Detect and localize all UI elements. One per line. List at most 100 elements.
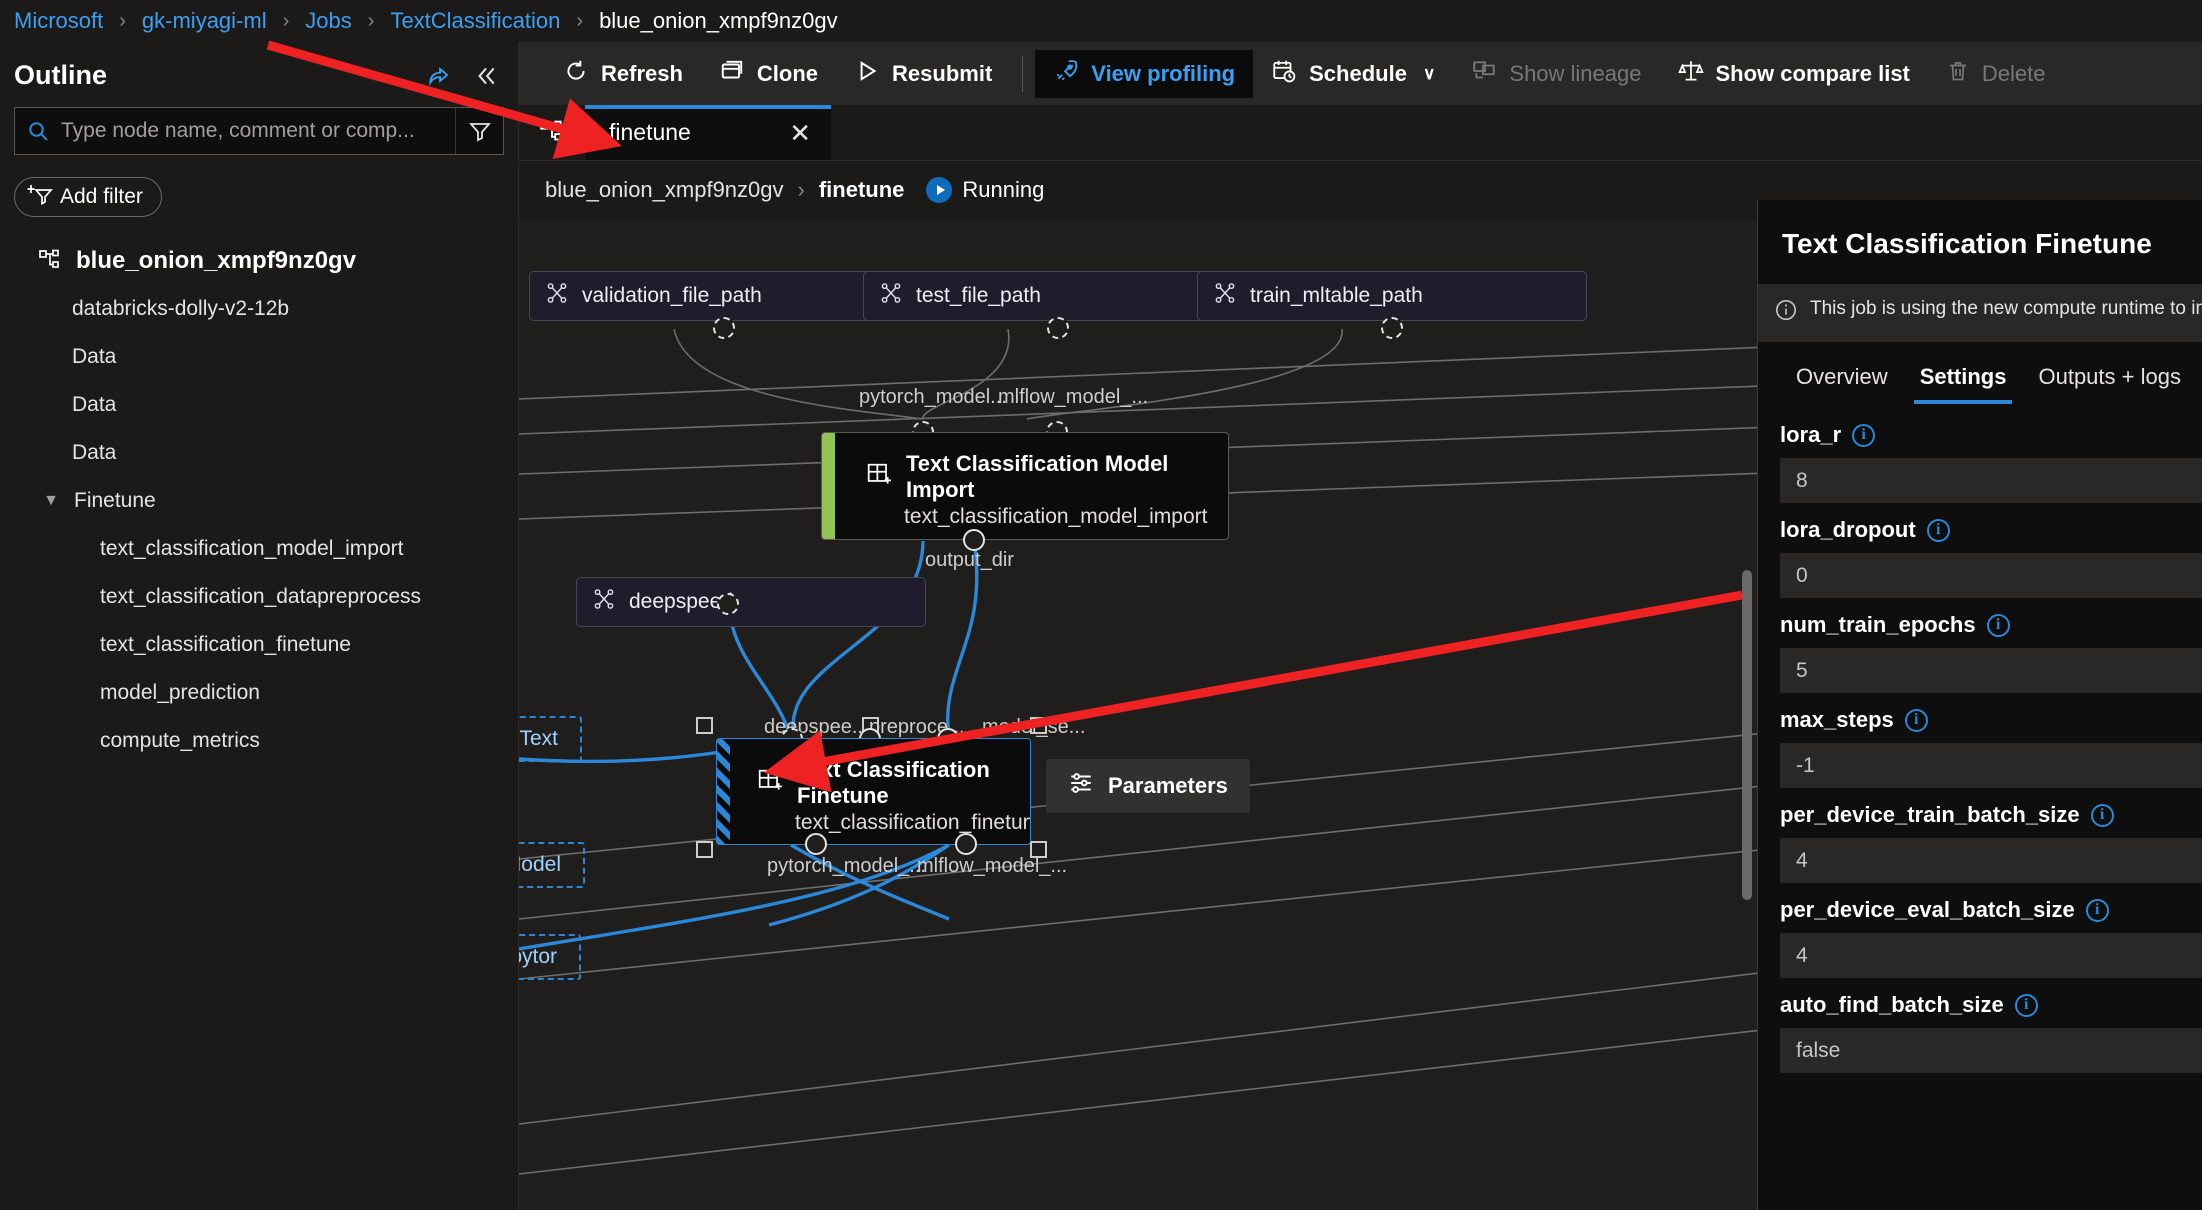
play-outline-icon — [854, 58, 880, 90]
breadcrumb-item-microsoft[interactable]: Microsoft — [14, 8, 103, 34]
field-label-text: per_device_eval_batch_size — [1780, 897, 2075, 923]
delete-label: Delete — [1982, 61, 2046, 87]
view-profiling-label: View profiling — [1091, 61, 1235, 87]
info-circle-icon[interactable]: i — [2091, 804, 2114, 827]
breadcrumb-item-jobs[interactable]: Jobs — [305, 8, 351, 34]
port-handle[interactable] — [717, 593, 739, 615]
field-input-max-steps[interactable] — [1780, 743, 2202, 788]
field-input-per-device-eval-batch-size[interactable] — [1780, 933, 2202, 978]
parameters-button[interactable]: Parameters — [1046, 759, 1250, 813]
pipeline-icon — [38, 249, 62, 273]
tree-item-text-classification-finetune[interactable]: text_classification_finetune — [0, 621, 518, 669]
info-circle-icon[interactable]: i — [2086, 899, 2109, 922]
graph-breadcrumb-parent[interactable]: blue_onion_xmpf9nz0gv — [545, 177, 784, 203]
dashed-node-model[interactable]: Model — [519, 842, 585, 888]
port-icon — [546, 282, 568, 310]
close-icon[interactable]: ✕ — [789, 120, 811, 146]
output-handle[interactable] — [805, 833, 827, 855]
info-circle-icon[interactable]: i — [1987, 614, 2010, 637]
breadcrumb-separator: › — [283, 10, 290, 33]
status-badge: Running — [926, 177, 1044, 203]
chevron-down-icon[interactable]: ∨ — [1423, 64, 1435, 84]
scales-icon — [1678, 58, 1704, 90]
show-compare-list-button[interactable]: Show compare list — [1660, 50, 1928, 98]
tree-item-data-3[interactable]: Data — [0, 429, 518, 477]
tree-item-text-classification-datapreprocess[interactable]: text_classification_datapreprocess — [0, 573, 518, 621]
component-node-text-classification-model-import[interactable]: Text Classification Model Import text_cl… — [821, 432, 1229, 540]
tab-overview[interactable]: Overview — [1780, 364, 1904, 404]
dashed-node-text[interactable]: Text — [519, 716, 582, 762]
port-handle[interactable] — [1047, 317, 1069, 339]
breadcrumb-separator: › — [119, 10, 126, 33]
sliders-icon — [1068, 770, 1094, 802]
port-handle[interactable] — [713, 317, 735, 339]
schedule-button[interactable]: Schedule ∨ — [1253, 50, 1453, 98]
show-lineage-button: Show lineage — [1453, 50, 1659, 98]
selection-handle[interactable] — [696, 717, 713, 734]
port-node-label: test_file_path — [916, 284, 1041, 308]
tree-item-label: blue_onion_xmpf9nz0gv — [76, 247, 356, 275]
resubmit-label: Resubmit — [892, 61, 992, 87]
info-circle-icon[interactable]: i — [1927, 519, 1950, 542]
field-input-auto-find-batch-size[interactable] — [1780, 1028, 2202, 1073]
field-num-train-epochs: num_train_epochsi — [1780, 612, 2202, 693]
tree-item-finetune-group[interactable]: ▼ Finetune — [0, 477, 518, 525]
tree-item-model-prediction[interactable]: model_prediction — [0, 669, 518, 717]
share-icon[interactable] — [424, 61, 454, 91]
add-filter-button[interactable]: Add filter — [14, 177, 162, 217]
clone-button[interactable]: Clone — [701, 50, 836, 98]
chevron-down-icon[interactable]: ▼ — [38, 492, 64, 510]
dashed-node-pytorch[interactable]: pytor — [519, 934, 581, 980]
info-circle-icon[interactable]: i — [2015, 994, 2038, 1017]
field-input-lora-r[interactable] — [1780, 458, 2202, 503]
breadcrumb-item-current: blue_onion_xmpf9nz0gv — [599, 8, 838, 34]
component-node-text-classification-finetune[interactable]: Text Classification Finetune text_classi… — [716, 738, 1031, 845]
info-circle-icon[interactable]: i — [1852, 424, 1875, 447]
outline-panel: Outline — [0, 42, 519, 1210]
tree-item-data-1[interactable]: Data — [0, 333, 518, 381]
trash-icon — [1946, 59, 1970, 89]
breadcrumb-separator: › — [576, 10, 583, 33]
collapse-left-icon[interactable] — [470, 61, 500, 91]
filter-icon[interactable] — [455, 108, 503, 154]
graph-tab-bar: finetune ✕ — [519, 105, 2202, 161]
output-handle[interactable] — [963, 529, 985, 551]
tree-item-label: Finetune — [74, 489, 156, 513]
detail-scrollbar[interactable] — [1742, 570, 1752, 900]
tree-item-databricks-dolly[interactable]: databricks-dolly-v2-12b — [0, 285, 518, 333]
refresh-button[interactable]: Refresh — [545, 50, 701, 98]
view-profiling-button[interactable]: View profiling — [1035, 50, 1253, 98]
tree-item-data-2[interactable]: Data — [0, 381, 518, 429]
field-label-text: lora_r — [1780, 422, 1841, 448]
tree-item-text-classification-model-import[interactable]: text_classification_model_import — [0, 525, 518, 573]
port-node-test-file-path[interactable]: test_file_path — [863, 271, 1253, 321]
resubmit-button[interactable]: Resubmit — [836, 50, 1010, 98]
field-input-per-device-train-batch-size[interactable] — [1780, 838, 2202, 883]
tree-item-pipeline-root[interactable]: blue_onion_xmpf9nz0gv — [0, 237, 518, 285]
schedule-label: Schedule — [1309, 61, 1407, 87]
port-node-deepspeed[interactable]: deepspeed — [576, 577, 926, 627]
port-node-train-mltable-path[interactable]: train_mltable_path — [1197, 271, 1587, 321]
port-handle[interactable] — [1381, 317, 1403, 339]
pipeline-icon[interactable] — [519, 105, 585, 160]
output-handle[interactable] — [955, 833, 977, 855]
breadcrumb-item-workspace[interactable]: gk-miyagi-ml — [142, 8, 267, 34]
search-input[interactable] — [61, 119, 455, 143]
port-node-validation-file-path[interactable]: validation_file_path — [529, 271, 919, 321]
field-input-lora-dropout[interactable] — [1780, 553, 2202, 598]
graph-tab-finetune[interactable]: finetune ✕ — [585, 105, 831, 160]
outline-search[interactable] — [14, 107, 504, 155]
tab-settings[interactable]: Settings — [1904, 364, 2023, 404]
field-label-text: per_device_train_batch_size — [1780, 802, 2080, 828]
tab-outputs-logs[interactable]: Outputs + logs — [2022, 364, 2196, 404]
field-per-device-eval-batch-size: per_device_eval_batch_size i — [1780, 897, 2202, 978]
graph-breadcrumb-separator: › — [798, 177, 805, 203]
tree-item-compute-metrics[interactable]: compute_metrics — [0, 717, 518, 765]
field-label-text: lora_dropout — [1780, 517, 1916, 543]
breadcrumb-item-textclassification[interactable]: TextClassification — [390, 8, 560, 34]
selection-handle[interactable] — [696, 841, 713, 858]
component-icon — [757, 768, 783, 799]
info-circle-icon[interactable]: i — [1905, 709, 1928, 732]
port-node-label: train_mltable_path — [1250, 284, 1423, 308]
field-input-num-train-epochs[interactable] — [1780, 648, 2202, 693]
